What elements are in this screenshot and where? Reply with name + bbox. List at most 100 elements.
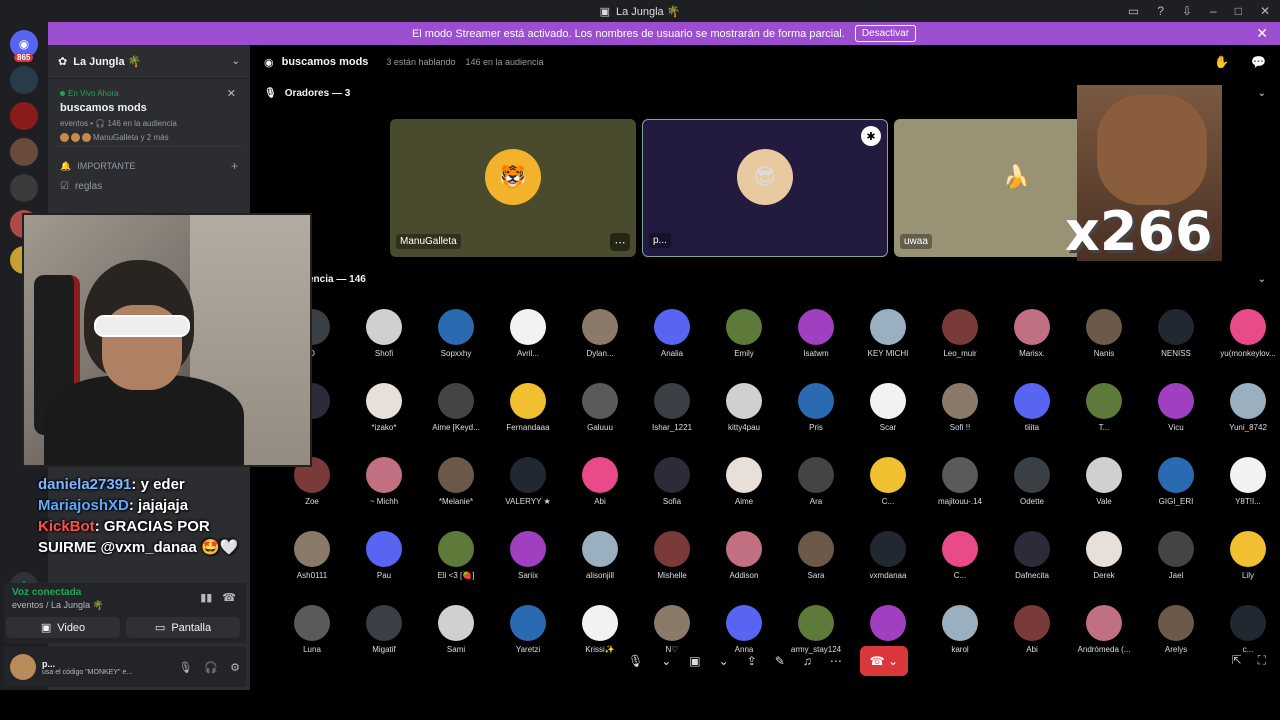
audience-member[interactable]: ~ Michh <box>348 457 420 506</box>
audience-member[interactable]: *Melanie* <box>420 457 492 506</box>
chevron-down-icon[interactable]: ⌄ <box>1258 274 1266 285</box>
audience-member[interactable]: kitty4pau <box>708 383 780 432</box>
audience-member[interactable]: Derek <box>1068 531 1140 580</box>
audience-member[interactable]: Eli <3 [🍓] <box>420 531 492 580</box>
speaker-tile[interactable]: 😎 p... ✱ <box>642 119 888 257</box>
audience-member[interactable]: Sami <box>420 605 492 654</box>
audience-member[interactable]: Dafnecita <box>996 531 1068 580</box>
audience-member[interactable]: Sopxxhy <box>420 309 492 358</box>
headphones-icon[interactable]: 🎧 <box>204 661 218 674</box>
audience-header[interactable]: encia — 146 ⌄ <box>250 269 1280 289</box>
audience-member[interactable]: Vale <box>1068 457 1140 506</box>
audience-member[interactable]: Yuni_8742 <box>1212 383 1280 432</box>
audience-member[interactable]: Y8T!I... <box>1212 457 1280 506</box>
audience-member[interactable]: *izako* <box>348 383 420 432</box>
audience-member[interactable]: Scar <box>852 383 924 432</box>
audience-member[interactable]: Krissi✨ <box>564 605 636 654</box>
close-icon[interactable]: ✕ <box>227 87 236 100</box>
activity-icon[interactable]: ✎ <box>775 654 785 668</box>
maximize-icon[interactable]: □ <box>1235 4 1242 18</box>
more-icon[interactable]: ⋯ <box>610 233 630 251</box>
download-icon[interactable]: ⇩ <box>1182 4 1192 18</box>
avatar[interactable] <box>10 654 36 680</box>
fullscreen-icon[interactable]: ⛶ <box>1258 653 1266 668</box>
audience-member[interactable]: Odette <box>996 457 1068 506</box>
chevron-down-icon[interactable]: ⌄ <box>719 654 729 668</box>
audience-member[interactable]: Sariix <box>492 531 564 580</box>
audience-member[interactable]: Dylan... <box>564 309 636 358</box>
audience-member[interactable]: alisonjill <box>564 531 636 580</box>
raise-hand-icon[interactable]: ✋ <box>1214 55 1229 69</box>
audience-member[interactable]: Sara <box>780 531 852 580</box>
audience-member[interactable]: karol <box>924 605 996 654</box>
screen-share-icon[interactable]: ⇪ <box>747 654 757 668</box>
popout-icon[interactable]: ⇱ <box>1232 653 1242 668</box>
screen-button[interactable]: ▭ Pantalla <box>126 617 240 638</box>
audience-member[interactable]: tiiita <box>996 383 1068 432</box>
audience-member[interactable]: Yaretzi <box>492 605 564 654</box>
audience-member[interactable]: Galuuu <box>564 383 636 432</box>
close-window-icon[interactable]: ✕ <box>1260 4 1270 18</box>
audience-member[interactable]: Lily <box>1212 531 1280 580</box>
mic-icon[interactable]: 🎙 <box>628 654 643 668</box>
minimize-icon[interactable]: – <box>1210 4 1217 18</box>
audience-member[interactable]: Nanis <box>1068 309 1140 358</box>
audience-member[interactable]: Abi <box>996 605 1068 654</box>
audience-member[interactable]: Aime [Keyd... <box>420 383 492 432</box>
audience-member[interactable]: T... <box>1068 383 1140 432</box>
audience-member[interactable]: Pau <box>348 531 420 580</box>
audience-member[interactable]: C... <box>924 531 996 580</box>
audience-member[interactable]: Sofia <box>636 457 708 506</box>
chevron-down-icon[interactable]: ⌄ <box>661 654 671 668</box>
signal-icon[interactable]: ▮▮ <box>200 591 212 604</box>
audience-member[interactable]: Abi <box>564 457 636 506</box>
server-header[interactable]: ✿ La Jungla 🌴 ⌄ <box>48 45 250 79</box>
audience-member[interactable]: Migatif <box>348 605 420 654</box>
add-channel-icon[interactable]: + <box>231 159 238 173</box>
audience-member[interactable]: C... <box>852 457 924 506</box>
audience-member[interactable]: Sofi !! <box>924 383 996 432</box>
camera-off-icon[interactable]: ▣ <box>689 654 700 668</box>
close-banner-icon[interactable]: ✕ <box>1256 25 1268 42</box>
chevron-down-icon[interactable]: ⌄ <box>232 56 240 67</box>
chat-icon[interactable]: 💬 <box>1251 55 1266 69</box>
server-icon[interactable] <box>10 102 38 130</box>
audience-member[interactable]: Aime <box>708 457 780 506</box>
audience-member[interactable]: Ash0111 <box>276 531 348 580</box>
disconnect-icon[interactable]: ☎ <box>222 591 236 604</box>
audience-member[interactable]: Jael <box>1140 531 1212 580</box>
disable-streamer-button[interactable]: Desactivar <box>854 25 917 42</box>
server-icon[interactable] <box>10 138 38 166</box>
home-button[interactable]: ◉ 865 <box>10 30 38 62</box>
audience-member[interactable]: majitouu-.14 <box>924 457 996 506</box>
chevron-down-icon[interactable]: ⌄ <box>1258 88 1266 99</box>
audience-member[interactable]: vxmdanaa <box>852 531 924 580</box>
server-icon[interactable] <box>10 66 38 94</box>
audience-member[interactable]: NENISS <box>1140 309 1212 358</box>
audience-member[interactable]: Shofi <box>348 309 420 358</box>
audience-member[interactable]: GIGI_ERI <box>1140 457 1212 506</box>
category-important[interactable]: 🔔 IMPORTANTE + <box>48 153 250 179</box>
channel-reglas[interactable]: ☑ reglas <box>48 179 250 194</box>
video-button[interactable]: ▣ Video <box>6 617 120 638</box>
audience-member[interactable]: Addison <box>708 531 780 580</box>
audience-member[interactable]: Ishar_1221 <box>636 383 708 432</box>
audience-member[interactable]: Ara <box>780 457 852 506</box>
audience-member[interactable]: VALERYY ★ <box>492 457 564 506</box>
more-icon[interactable]: ⋯ <box>830 654 842 668</box>
audience-member[interactable]: c... <box>1212 605 1280 654</box>
audience-member[interactable]: yu(monkeylov... <box>1212 309 1280 358</box>
audience-member[interactable]: Leo_muir <box>924 309 996 358</box>
audience-member[interactable]: Fernandaaa <box>492 383 564 432</box>
audience-member[interactable]: Emily <box>708 309 780 358</box>
audience-member[interactable]: Vicu <box>1140 383 1212 432</box>
help-icon[interactable]: ? <box>1157 4 1164 18</box>
live-stage-card[interactable]: En Vivo Ahora buscamos mods eventos • 🎧 … <box>56 85 242 147</box>
mic-icon[interactable]: 🎙 <box>178 661 192 674</box>
gear-icon[interactable]: ⚙ <box>230 661 240 674</box>
audience-member[interactable]: Pris <box>780 383 852 432</box>
audience-member[interactable]: Mishelle <box>636 531 708 580</box>
disconnect-button[interactable]: ☎ ⌄ <box>859 646 908 676</box>
audience-member[interactable]: Isatwm <box>780 309 852 358</box>
audience-member[interactable]: Marisx. <box>996 309 1068 358</box>
